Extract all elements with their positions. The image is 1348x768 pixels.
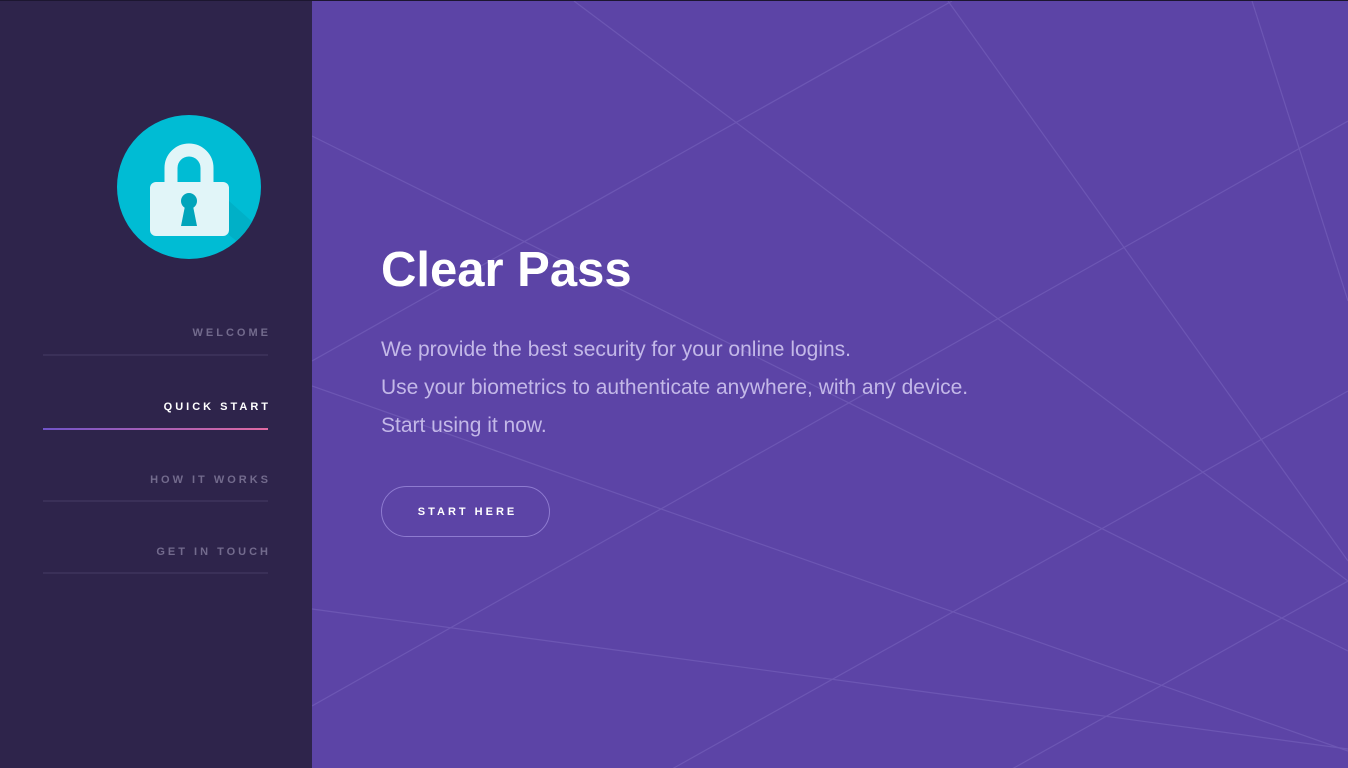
nav-divider	[43, 572, 268, 574]
sidebar-item-get-in-touch[interactable]: GET IN TOUCH	[43, 534, 268, 574]
sidebar-item-welcome[interactable]: WELCOME	[43, 317, 268, 357]
start-here-button[interactable]: START HERE	[381, 486, 550, 537]
hero-description: We provide the best security for your on…	[381, 331, 968, 445]
page: WELCOME QUICK START HOW IT WORKS GET IN …	[0, 0, 1348, 768]
nav-divider	[43, 500, 268, 502]
page-title: Clear Pass	[381, 243, 632, 297]
sidebar-item-label: HOW IT WORKS	[150, 474, 271, 486]
sidebar: WELCOME QUICK START HOW IT WORKS GET IN …	[0, 1, 312, 768]
description-line: Use your biometrics to authenticate anyw…	[381, 376, 969, 399]
description-line: We provide the best security for your on…	[381, 338, 852, 361]
sidebar-item-how-it-works[interactable]: HOW IT WORKS	[43, 462, 268, 502]
main-content: Clear Pass We provide the best security …	[312, 1, 1348, 768]
sidebar-item-quick-start[interactable]: QUICK START	[43, 390, 268, 430]
sidebar-item-label: WELCOME	[192, 327, 271, 339]
sidebar-item-label: GET IN TOUCH	[156, 546, 271, 558]
description-line: Start using it now.	[381, 414, 547, 437]
sidebar-item-label: QUICK START	[163, 401, 271, 413]
logo	[117, 115, 262, 260]
lock-icon	[117, 115, 261, 259]
nav-divider	[43, 354, 268, 356]
active-underline	[43, 428, 268, 430]
hero: Clear Pass We provide the best security …	[381, 241, 968, 445]
